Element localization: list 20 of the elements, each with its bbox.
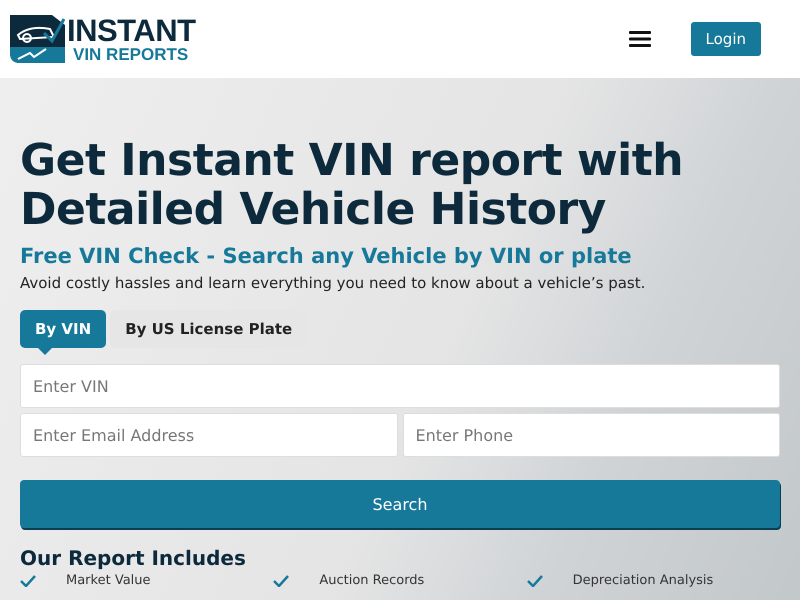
vin-field[interactable]: Enter VIN: [20, 364, 780, 408]
section-heading: Our Report Includes: [20, 546, 247, 570]
email-field[interactable]: Enter Email Address: [20, 413, 398, 457]
logo-tagline: VIN REPORTS: [73, 46, 190, 63]
login-button[interactable]: Login: [690, 22, 761, 56]
check-icon: [20, 574, 36, 586]
search-button[interactable]: Search: [20, 480, 780, 528]
hero-subtitle: Free VIN Check - Search any Vehicle by VIN or plate: [20, 244, 633, 268]
feature-label: Depreciation Analysis: [572, 573, 714, 588]
tab-pointer-icon: [38, 348, 52, 355]
phone-field[interactable]: Enter Phone: [402, 413, 780, 457]
hero-title: Get Instant VIN report with Detailed Vehicle History: [20, 136, 684, 234]
feature-label: Auction Records: [319, 573, 424, 588]
menu-icon[interactable]: [628, 31, 651, 47]
logo-wordmark: INSTANT: [67, 15, 196, 46]
car-logo-icon: [10, 15, 65, 63]
feature-label: Market Value: [66, 573, 151, 588]
check-icon: [273, 574, 290, 586]
check-icon: [526, 574, 543, 586]
hero-description: Avoid costly hassles and learn everything you need to know about a vehicle’s past.: [20, 274, 646, 292]
